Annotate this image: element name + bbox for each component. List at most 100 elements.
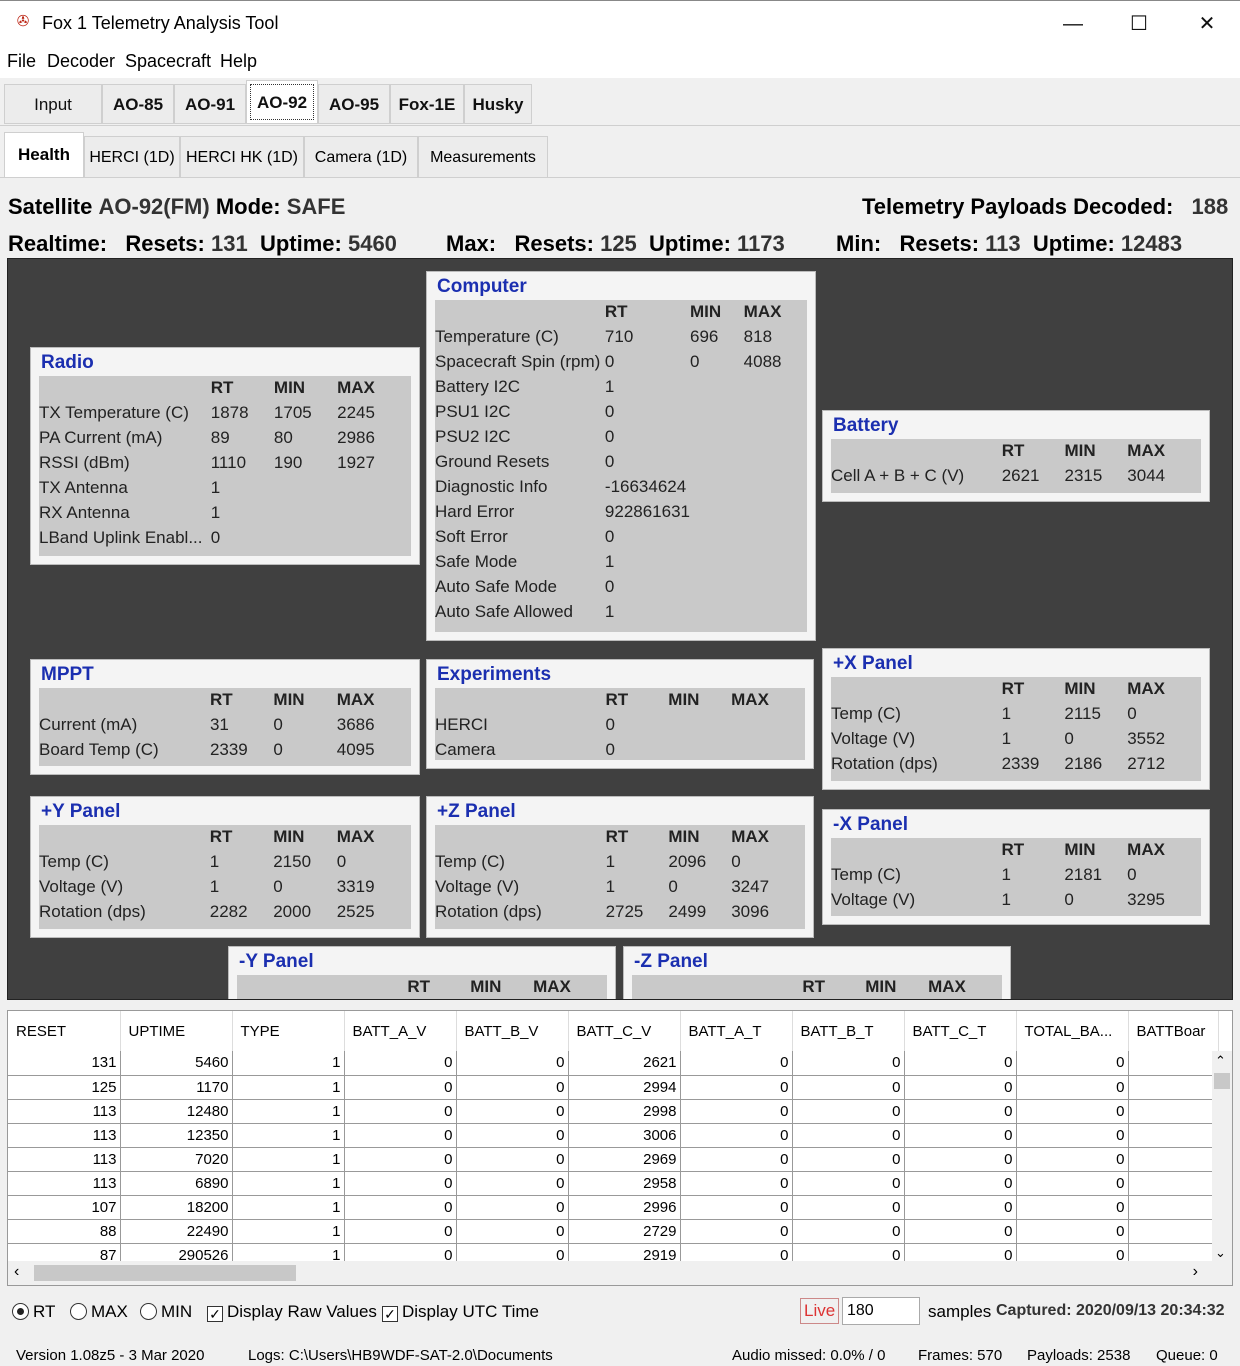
utc-time-checkbox[interactable]: ✓ Display UTC Time	[382, 1302, 539, 1322]
tab-ao-95[interactable]: AO-95	[318, 84, 390, 124]
column-header-row: RT MIN MAX	[831, 838, 1201, 862]
measurement-label: Hard Error	[435, 501, 515, 521]
column-max-header: MAX	[731, 690, 769, 709]
raw-values-checkbox[interactable]: ✓ Display Raw Values	[207, 1302, 377, 1322]
table-row[interactable]: 113 12480 1 0 0 2998 0 0 0 0	[8, 1099, 1219, 1124]
menu-help[interactable]: Help	[220, 51, 257, 72]
table-cell: 0	[456, 1123, 569, 1148]
table-row[interactable]: 107 18200 1 0 0 2996 0 0 0 0	[8, 1195, 1219, 1220]
column-header[interactable]: BATT_B_T	[792, 1011, 905, 1051]
payloads-value: 188	[1191, 194, 1229, 219]
tab-husky[interactable]: Husky	[464, 84, 532, 124]
scroll-right-icon[interactable]: ›	[1193, 1263, 1198, 1281]
max-radio[interactable]: MAX	[70, 1302, 128, 1322]
column-min-header: MIN	[1064, 441, 1096, 460]
measurement-label: Temp (C)	[831, 864, 901, 884]
minimize-button[interactable]: —	[1050, 9, 1096, 39]
tab-measurements[interactable]: Measurements	[418, 136, 548, 178]
table-cell: 12350	[120, 1123, 233, 1148]
column-max-header: MAX	[336, 827, 375, 846]
scrollbar-thumb[interactable]	[1214, 1073, 1230, 1089]
tab-input[interactable]: Input	[4, 84, 102, 124]
utc-time-label: Display UTC Time	[402, 1302, 539, 1321]
max-radio-label: MAX	[91, 1302, 128, 1321]
column-header-row: RT MIN MAX	[39, 376, 411, 400]
measurement-value: 0	[1064, 889, 1074, 909]
min-radio[interactable]: MIN	[140, 1302, 192, 1322]
module-row: Spacecraft Spin (rpm) 0 0 4088	[435, 349, 807, 374]
rt-resets-value: 131	[211, 231, 248, 256]
tab-herci[interactable]: HERCI (1D)	[84, 136, 180, 178]
table-cell: 0	[792, 1123, 905, 1148]
column-header[interactable]: BATT_B_V	[456, 1011, 569, 1051]
measurement-label: Board Temp (C)	[39, 739, 159, 759]
payloads-label: Telemetry Payloads Decoded:	[862, 194, 1174, 219]
column-max-header: MAX	[337, 378, 375, 397]
column-header[interactable]: TOTAL_BA...	[1016, 1011, 1129, 1051]
measurement-value: 1110	[210, 452, 247, 472]
menu-decoder[interactable]: Decoder	[47, 51, 115, 72]
checkmark-icon[interactable]: ✓	[207, 1306, 223, 1322]
scroll-down-icon[interactable]: ⌄	[1215, 1245, 1226, 1261]
measurement-value: 1	[210, 502, 221, 522]
measurement-value	[731, 712, 805, 737]
title-bar: ✇ Fox 1 Telemetry Analysis Tool — ☐ ✕	[0, 0, 1240, 46]
realtime-label: Realtime:	[8, 231, 108, 256]
column-header[interactable]: BATT_A_T	[680, 1011, 793, 1051]
column-header[interactable]: BATT_C_T	[904, 1011, 1017, 1051]
table-row[interactable]: 131 5460 1 0 0 2621 0 0 0 0	[8, 1051, 1219, 1076]
table-cell: 0	[456, 1195, 569, 1220]
measurement-label: Auto Safe Mode	[435, 576, 557, 596]
column-header[interactable]: BATTBoar	[1128, 1011, 1219, 1051]
close-button[interactable]: ✕	[1184, 9, 1230, 39]
measurement-value: 1	[210, 477, 221, 497]
maximize-button[interactable]: ☐	[1116, 9, 1162, 39]
table-cell	[1128, 1147, 1219, 1172]
tab-camera[interactable]: Camera (1D)	[304, 136, 418, 178]
column-header[interactable]: BATT_C_V	[568, 1011, 681, 1051]
tab-health[interactable]: Health	[4, 132, 84, 178]
samples-input[interactable]	[842, 1297, 920, 1325]
measurement-value	[744, 424, 807, 449]
radio-icon[interactable]	[140, 1303, 157, 1320]
module-values: RT MIN MAX Temp (C) 1 2181 0 Voltage (V) 1 0 3295	[831, 838, 1201, 916]
checkmark-icon[interactable]: ✓	[382, 1306, 398, 1322]
table-cell: 0	[904, 1147, 1017, 1172]
measurement-value: 2499	[668, 901, 707, 921]
table-row[interactable]: 113 6890 1 0 0 2958 0 0 0 0	[8, 1171, 1219, 1196]
column-header[interactable]: UPTIME	[120, 1011, 233, 1051]
tab-ao-92[interactable]: AO-92	[246, 80, 318, 124]
column-header[interactable]: RESET	[8, 1011, 121, 1051]
tab-herci-hk[interactable]: HERCI HK (1D)	[180, 136, 304, 178]
table-cell: 2969	[568, 1147, 681, 1172]
menu-file[interactable]: File	[7, 51, 36, 72]
column-header[interactable]: BATT_A_V	[344, 1011, 457, 1051]
radio-icon[interactable]	[70, 1303, 87, 1320]
scrollbar-thumb[interactable]	[34, 1265, 296, 1281]
table-row[interactable]: 88 22490 1 0 0 2729 0 0 0 0	[8, 1219, 1219, 1244]
column-header[interactable]: TYPE	[232, 1011, 345, 1051]
tab-fox-1e[interactable]: Fox-1E	[390, 84, 464, 124]
tab-ao-85[interactable]: AO-85	[102, 84, 174, 124]
scroll-left-icon[interactable]: ‹	[14, 1263, 19, 1281]
module-title: MPPT	[41, 664, 94, 685]
scroll-up-icon[interactable]: ⌃	[1215, 1053, 1226, 1069]
measurement-label: Spacecraft Spin (rpm)	[435, 351, 601, 371]
table-cell: 18200	[120, 1195, 233, 1220]
menu-spacecraft[interactable]: Spacecraft	[125, 51, 211, 72]
table-cell	[1128, 1219, 1219, 1244]
vertical-scrollbar[interactable]: ⌃ ⌄	[1212, 1051, 1232, 1263]
table-row[interactable]: 113 7020 1 0 0 2969 0 0 0 0	[8, 1147, 1219, 1172]
table-cell: 0	[456, 1171, 569, 1196]
horizontal-scrollbar[interactable]: ‹ ›	[8, 1261, 1232, 1285]
display-controls: RT MAX MIN ✓ Display Raw Values ✓ Display …	[0, 1292, 1240, 1336]
rt-radio[interactable]: RT	[12, 1302, 55, 1322]
min-label: Min:	[836, 231, 882, 256]
radio-selected-icon[interactable]	[12, 1303, 29, 1320]
table-row[interactable]: 113 12350 1 0 0 3006 0 0 0 0	[8, 1123, 1219, 1148]
health-module-area: Computer RT MIN MAX Temperature (C) 710 696 818…	[7, 258, 1233, 1000]
tab-ao-91[interactable]: AO-91	[174, 84, 246, 124]
table-row[interactable]: 125 1170 1 0 0 2994 0 0 0 0	[8, 1075, 1219, 1100]
measurement-value	[668, 737, 731, 762]
module-values: RT MIN MAX Temp (C) 1 2150 0 Voltage (V) 1 0 3319 R…	[39, 825, 411, 929]
